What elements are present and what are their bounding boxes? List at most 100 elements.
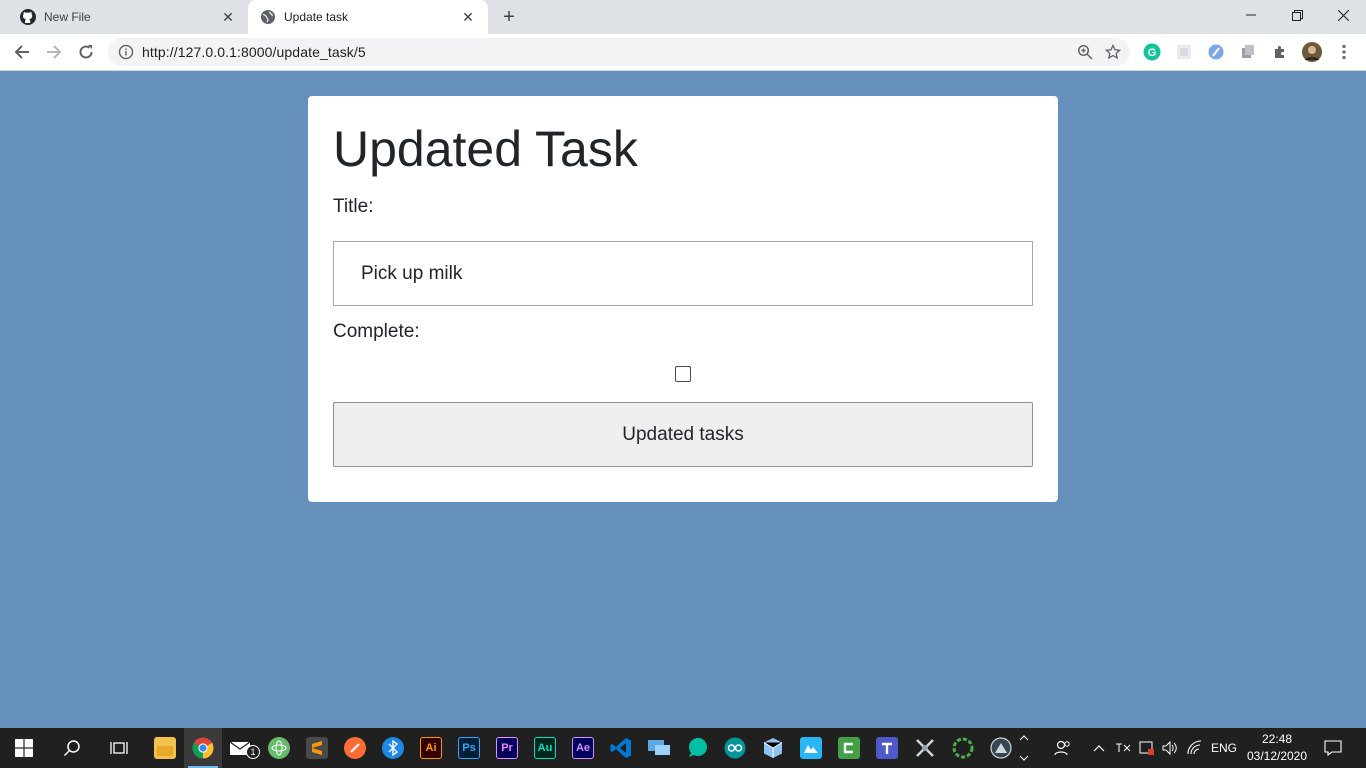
info-icon[interactable] [118,44,134,60]
taskbar-arduino[interactable] [716,728,754,768]
address-bar[interactable]: http://127.0.0.1:8000/update_task/5 [108,38,1130,66]
extension-icon[interactable] [1174,42,1194,62]
close-icon [1337,9,1349,21]
title-label: Title: [333,196,374,217]
sublime-text-icon [306,737,328,759]
github-icon [20,9,36,25]
taskbar-scroll[interactable] [1016,728,1032,768]
new-tab-button[interactable]: + [498,6,520,28]
taskbar-camtasia[interactable] [830,728,868,768]
taskbar-illustrator[interactable]: Ai [412,728,450,768]
url-text[interactable]: http://127.0.0.1:8000/update_task/5 [142,44,1074,60]
grammarly-icon[interactable]: G [1142,42,1162,62]
tray-overflow-button[interactable] [1090,728,1108,768]
tab-title: New File [44,10,91,24]
close-icon[interactable]: ✕ [458,7,478,27]
restore-button[interactable] [1274,0,1320,30]
taskbar-mail[interactable]: 1 [222,728,260,768]
premiere-icon: Pr [496,737,518,759]
people-icon [1054,740,1070,756]
forward-button[interactable] [41,39,67,65]
taskbar-circle-app[interactable] [944,728,982,768]
chevron-up-down-icon [1019,735,1029,761]
photoshop-icon: Ps [458,737,480,759]
globe-icon [260,9,276,25]
taskbar-inkscape[interactable] [982,728,1020,768]
taskbar-vscode[interactable] [602,728,640,768]
taskbar-chrome[interactable] [184,728,222,768]
update-tasks-button[interactable]: Updated tasks [333,402,1033,467]
taskbar-bluetooth[interactable] [374,728,412,768]
arrow-left-icon [14,45,29,59]
illustrator-icon: Ai [420,737,442,759]
inkscape-icon [990,737,1012,759]
clock[interactable]: 22:48 03/12/2020 [1244,731,1310,765]
task-view-button[interactable] [100,728,138,768]
tab-new-file[interactable]: New File ✕ [8,0,248,34]
reload-icon [79,45,93,59]
audition-icon: Au [534,737,556,759]
input-method-indicator[interactable] [1113,728,1133,768]
task-view-icon [110,742,128,754]
network-button[interactable] [1185,728,1205,768]
zoom-icon[interactable] [1074,41,1096,63]
chevron-up-icon [1093,745,1105,752]
taskbar-sublime[interactable] [298,728,336,768]
restore-icon [1291,9,1303,21]
windows-icon [15,739,33,757]
taskbar-premiere[interactable]: Pr [488,728,526,768]
taskbar-file-explorer[interactable] [146,728,184,768]
battery-indicator[interactable] [1137,728,1157,768]
taskbar-atom[interactable] [260,728,298,768]
camtasia-icon [838,737,860,759]
minimize-button[interactable] [1228,0,1274,30]
taskbar-virtualbox[interactable] [754,728,792,768]
arrow-right-icon [47,45,62,59]
taskbar-audition[interactable]: Au [526,728,564,768]
svg-text:G: G [1148,47,1157,59]
extension-icon[interactable] [1238,42,1258,62]
clock-date: 03/12/2020 [1246,749,1308,763]
taskbar-network-tool[interactable] [906,728,944,768]
extension-icon[interactable] [1206,42,1226,62]
taskbar-photoshop[interactable]: Ps [450,728,488,768]
update-task-card: Updated Task Title: Complete: Updated ta… [308,96,1058,502]
puzzle-icon[interactable] [1270,42,1290,62]
language-indicator[interactable]: ENG [1208,728,1240,768]
bluetooth-icon [382,737,404,759]
window-close-button[interactable] [1320,0,1366,30]
vscode-icon [610,738,631,758]
minimize-icon [1246,14,1256,16]
back-button[interactable] [9,39,35,65]
volume-button[interactable] [1160,728,1180,768]
network-tool-icon [916,739,934,757]
notifications-button[interactable] [1320,728,1346,768]
chat-icon [689,738,707,757]
taskbar-teams[interactable] [868,728,906,768]
virtualbox-icon [763,738,783,758]
people-button[interactable] [1050,728,1076,768]
chrome-icon [192,737,214,759]
tab-update-task[interactable]: Update task ✕ [248,0,488,34]
file-explorer-icon [154,737,176,759]
taskbar-after-effects[interactable]: Ae [564,728,602,768]
taskbar-postman[interactable] [336,728,374,768]
keyboard-icon [1116,743,1131,752]
search-icon [63,740,80,757]
avatar[interactable] [1302,42,1322,62]
taskbar: 1 Ai Ps Pr Au Ae ENG 22:48 03/12/2020 [0,728,1366,768]
close-icon[interactable]: ✕ [218,7,238,27]
taskbar-remote-desktop[interactable] [640,728,678,768]
complete-label: Complete: [333,321,420,342]
tab-strip: New File ✕ Update task ✕ + [0,0,1366,34]
complete-checkbox[interactable] [675,366,691,382]
search-button[interactable] [53,728,91,768]
notification-icon [1324,740,1342,756]
title-input[interactable] [333,241,1033,306]
reload-button[interactable] [73,39,99,65]
taskbar-chat[interactable] [678,728,716,768]
taskbar-app[interactable] [792,728,830,768]
start-button[interactable] [5,728,43,768]
menu-icon[interactable] [1334,42,1354,62]
star-icon[interactable] [1102,41,1124,63]
